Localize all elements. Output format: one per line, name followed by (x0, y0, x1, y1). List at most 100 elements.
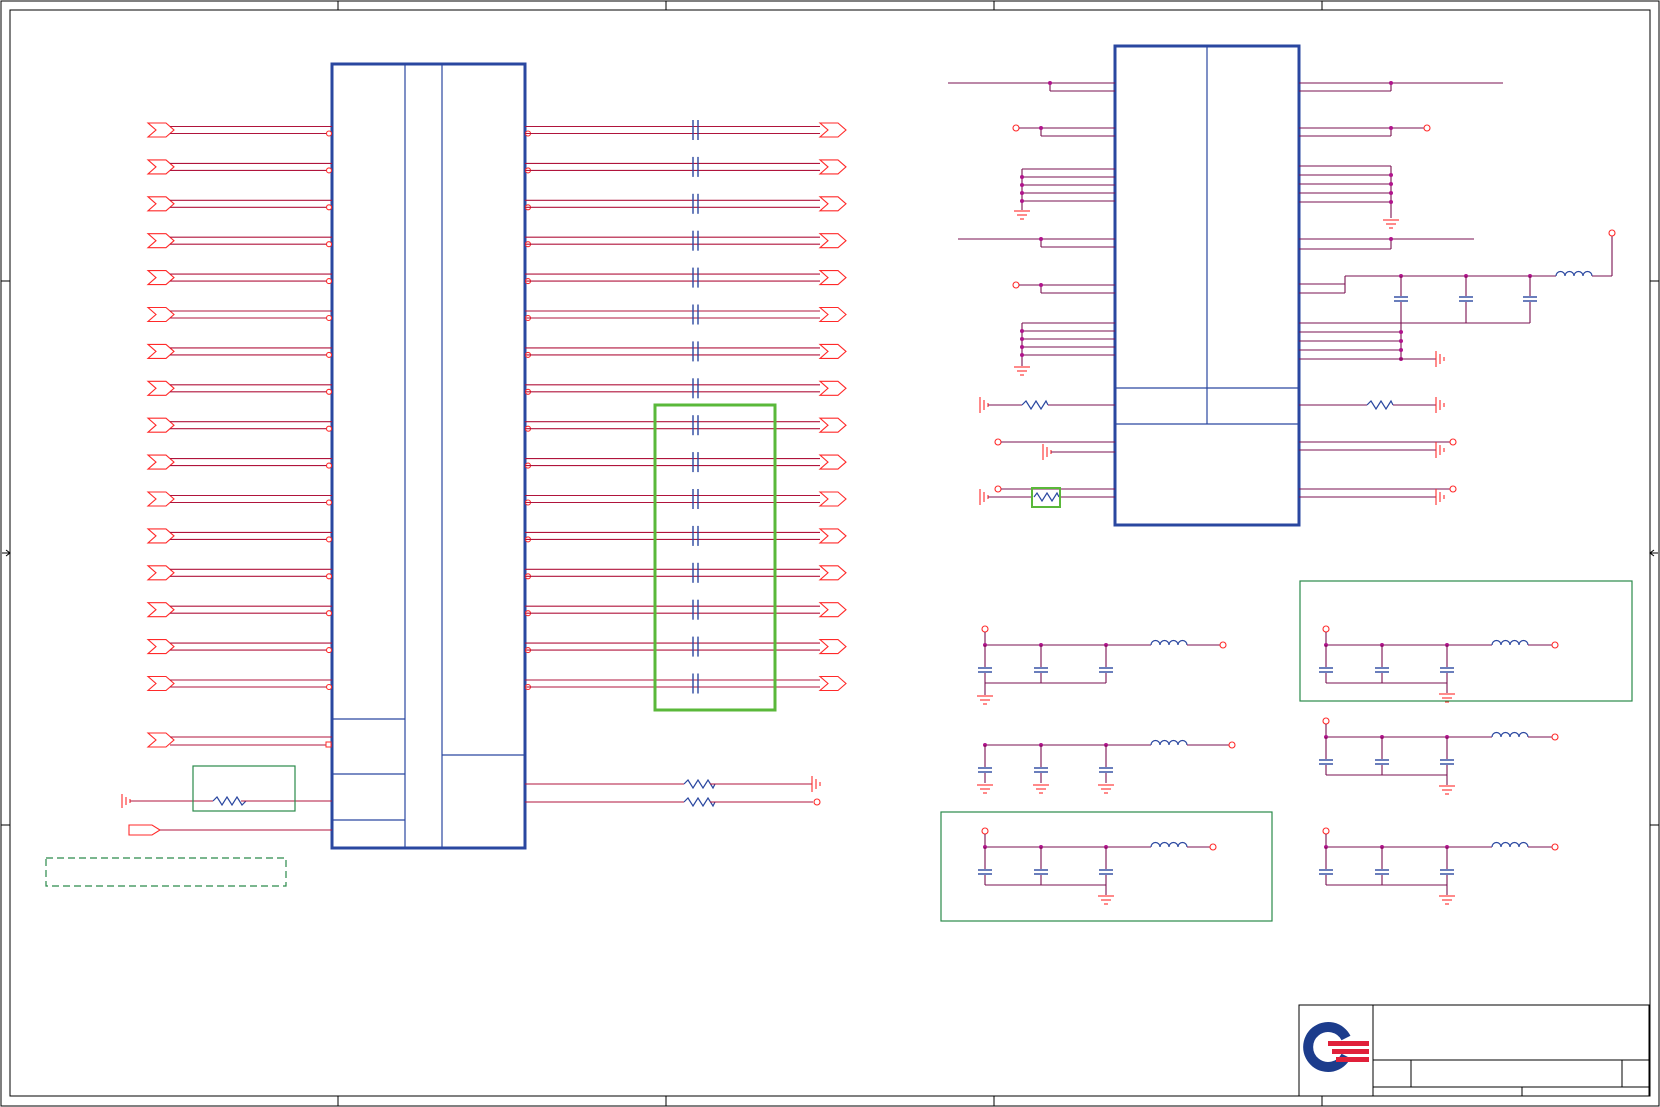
capacitor-icon (1034, 869, 1048, 875)
ground-icon (1435, 489, 1445, 505)
ac-coupled-output-row (524, 489, 847, 509)
capacitor-icon (978, 767, 992, 773)
capacitor-icon (1319, 667, 1333, 673)
capacitor-icon (1319, 759, 1333, 765)
ground-icon (977, 784, 993, 794)
output-port-icon (818, 233, 847, 249)
signal-pair-row (146, 675, 333, 692)
capacitor-icon (1375, 869, 1389, 875)
inductor-icon (1150, 639, 1188, 646)
capacitor-icon (692, 562, 699, 583)
capacitor-icon (1099, 767, 1113, 773)
input-port-icon (146, 675, 175, 692)
ac-coupled-output-row (524, 562, 847, 583)
output-port-icon (818, 454, 847, 470)
filter-caps-top (1394, 276, 1537, 324)
inductor-icon (1491, 841, 1529, 848)
left-ic-bias-resistors (525, 776, 821, 808)
title-block (1298, 1004, 1650, 1097)
capacitor-icon (692, 304, 699, 325)
output-port-icon (818, 417, 847, 433)
signal-pair-row (146, 343, 333, 359)
ground-icon (1435, 351, 1445, 367)
ac-coupled-output-row (524, 156, 847, 177)
capacitor-icon (692, 120, 699, 140)
ac-coupled-output-row (524, 304, 847, 325)
ac-coupled-output-row (524, 267, 847, 288)
capacitor-icon (692, 267, 699, 288)
lc-filter (978, 827, 1217, 905)
right-ic-right-wiring (1299, 81, 1616, 505)
output-port-icon (818, 639, 847, 655)
ac-coupled-output-row (524, 341, 847, 362)
capacitor-icon (692, 673, 699, 694)
capacitor-icon (692, 599, 699, 620)
output-port-icon (818, 602, 847, 618)
capacitor-icon (1319, 869, 1333, 875)
input-port-icon (146, 602, 175, 618)
capacitor-icon (692, 489, 699, 509)
capacitor-icon (692, 415, 699, 436)
signal-pair-row (146, 233, 333, 249)
capacitor-icon (978, 667, 992, 673)
capacitor-icon (1440, 759, 1454, 765)
signal-pair-row (146, 270, 333, 286)
signal-pair-row (146, 528, 333, 544)
capacitor-icon (692, 636, 699, 657)
ac-coupled-output-row (524, 378, 847, 399)
capacitor-icon (1099, 667, 1113, 673)
decoupling-filters (977, 625, 1559, 905)
ac-coupled-output-row (524, 120, 847, 140)
capacitor-icon (1440, 869, 1454, 875)
output-port-icon (818, 491, 847, 507)
company-logo-icon (1303, 1022, 1369, 1072)
capacitor-group-highlight (653, 403, 777, 712)
ground-icon (1439, 895, 1455, 905)
resistor-highlight-box (192, 765, 296, 812)
output-port-icon (818, 159, 847, 175)
capacitor-icon (1034, 667, 1048, 673)
note-dashed-box (45, 857, 287, 887)
left-ic-block (330, 62, 527, 850)
input-port-icon (146, 270, 175, 286)
input-port-icon (146, 159, 175, 175)
signal-pair-row (146, 122, 333, 138)
input-port-icon (146, 306, 175, 323)
ground-icon (1435, 397, 1445, 413)
output-port-icon (818, 122, 847, 138)
lc-filter (1319, 625, 1559, 703)
input-port-icon (146, 233, 175, 249)
ground-icon (811, 776, 821, 792)
output-port-icon (818, 380, 847, 396)
inductor-icon (1491, 731, 1529, 738)
signal-pair-row (146, 196, 333, 212)
capacitor-icon (692, 341, 699, 362)
signal-pair-row (146, 454, 333, 470)
ground-icon (121, 794, 131, 808)
right-ic-block (1113, 44, 1301, 527)
signal-pair-row (146, 639, 333, 655)
lc-filter (1319, 717, 1559, 795)
ground-icon (1014, 366, 1030, 376)
ground-icon (1042, 444, 1052, 460)
ac-coupled-output-row (524, 193, 847, 214)
output-port-icon (818, 565, 847, 581)
input-port-icon (146, 380, 175, 396)
input-port-icon (146, 565, 175, 581)
ac-coupling-outputs (524, 120, 847, 694)
ground-icon (977, 695, 993, 705)
ground-icon (979, 489, 989, 505)
capacitor-icon (1440, 667, 1454, 673)
left-input-signals (146, 122, 333, 692)
signal-pair-row (146, 565, 333, 581)
capacitor-icon (692, 230, 699, 251)
capacitor-icon (1099, 869, 1113, 875)
lc-filter (1319, 827, 1559, 905)
signal-pair-row (146, 602, 333, 618)
schematic-sheet (0, 0, 1660, 1107)
signal-pair-row (146, 491, 333, 507)
ac-coupled-output-row (524, 673, 847, 694)
output-port-icon (818, 528, 847, 544)
inductor-icon (1150, 841, 1188, 848)
capacitor-icon (1034, 767, 1048, 773)
